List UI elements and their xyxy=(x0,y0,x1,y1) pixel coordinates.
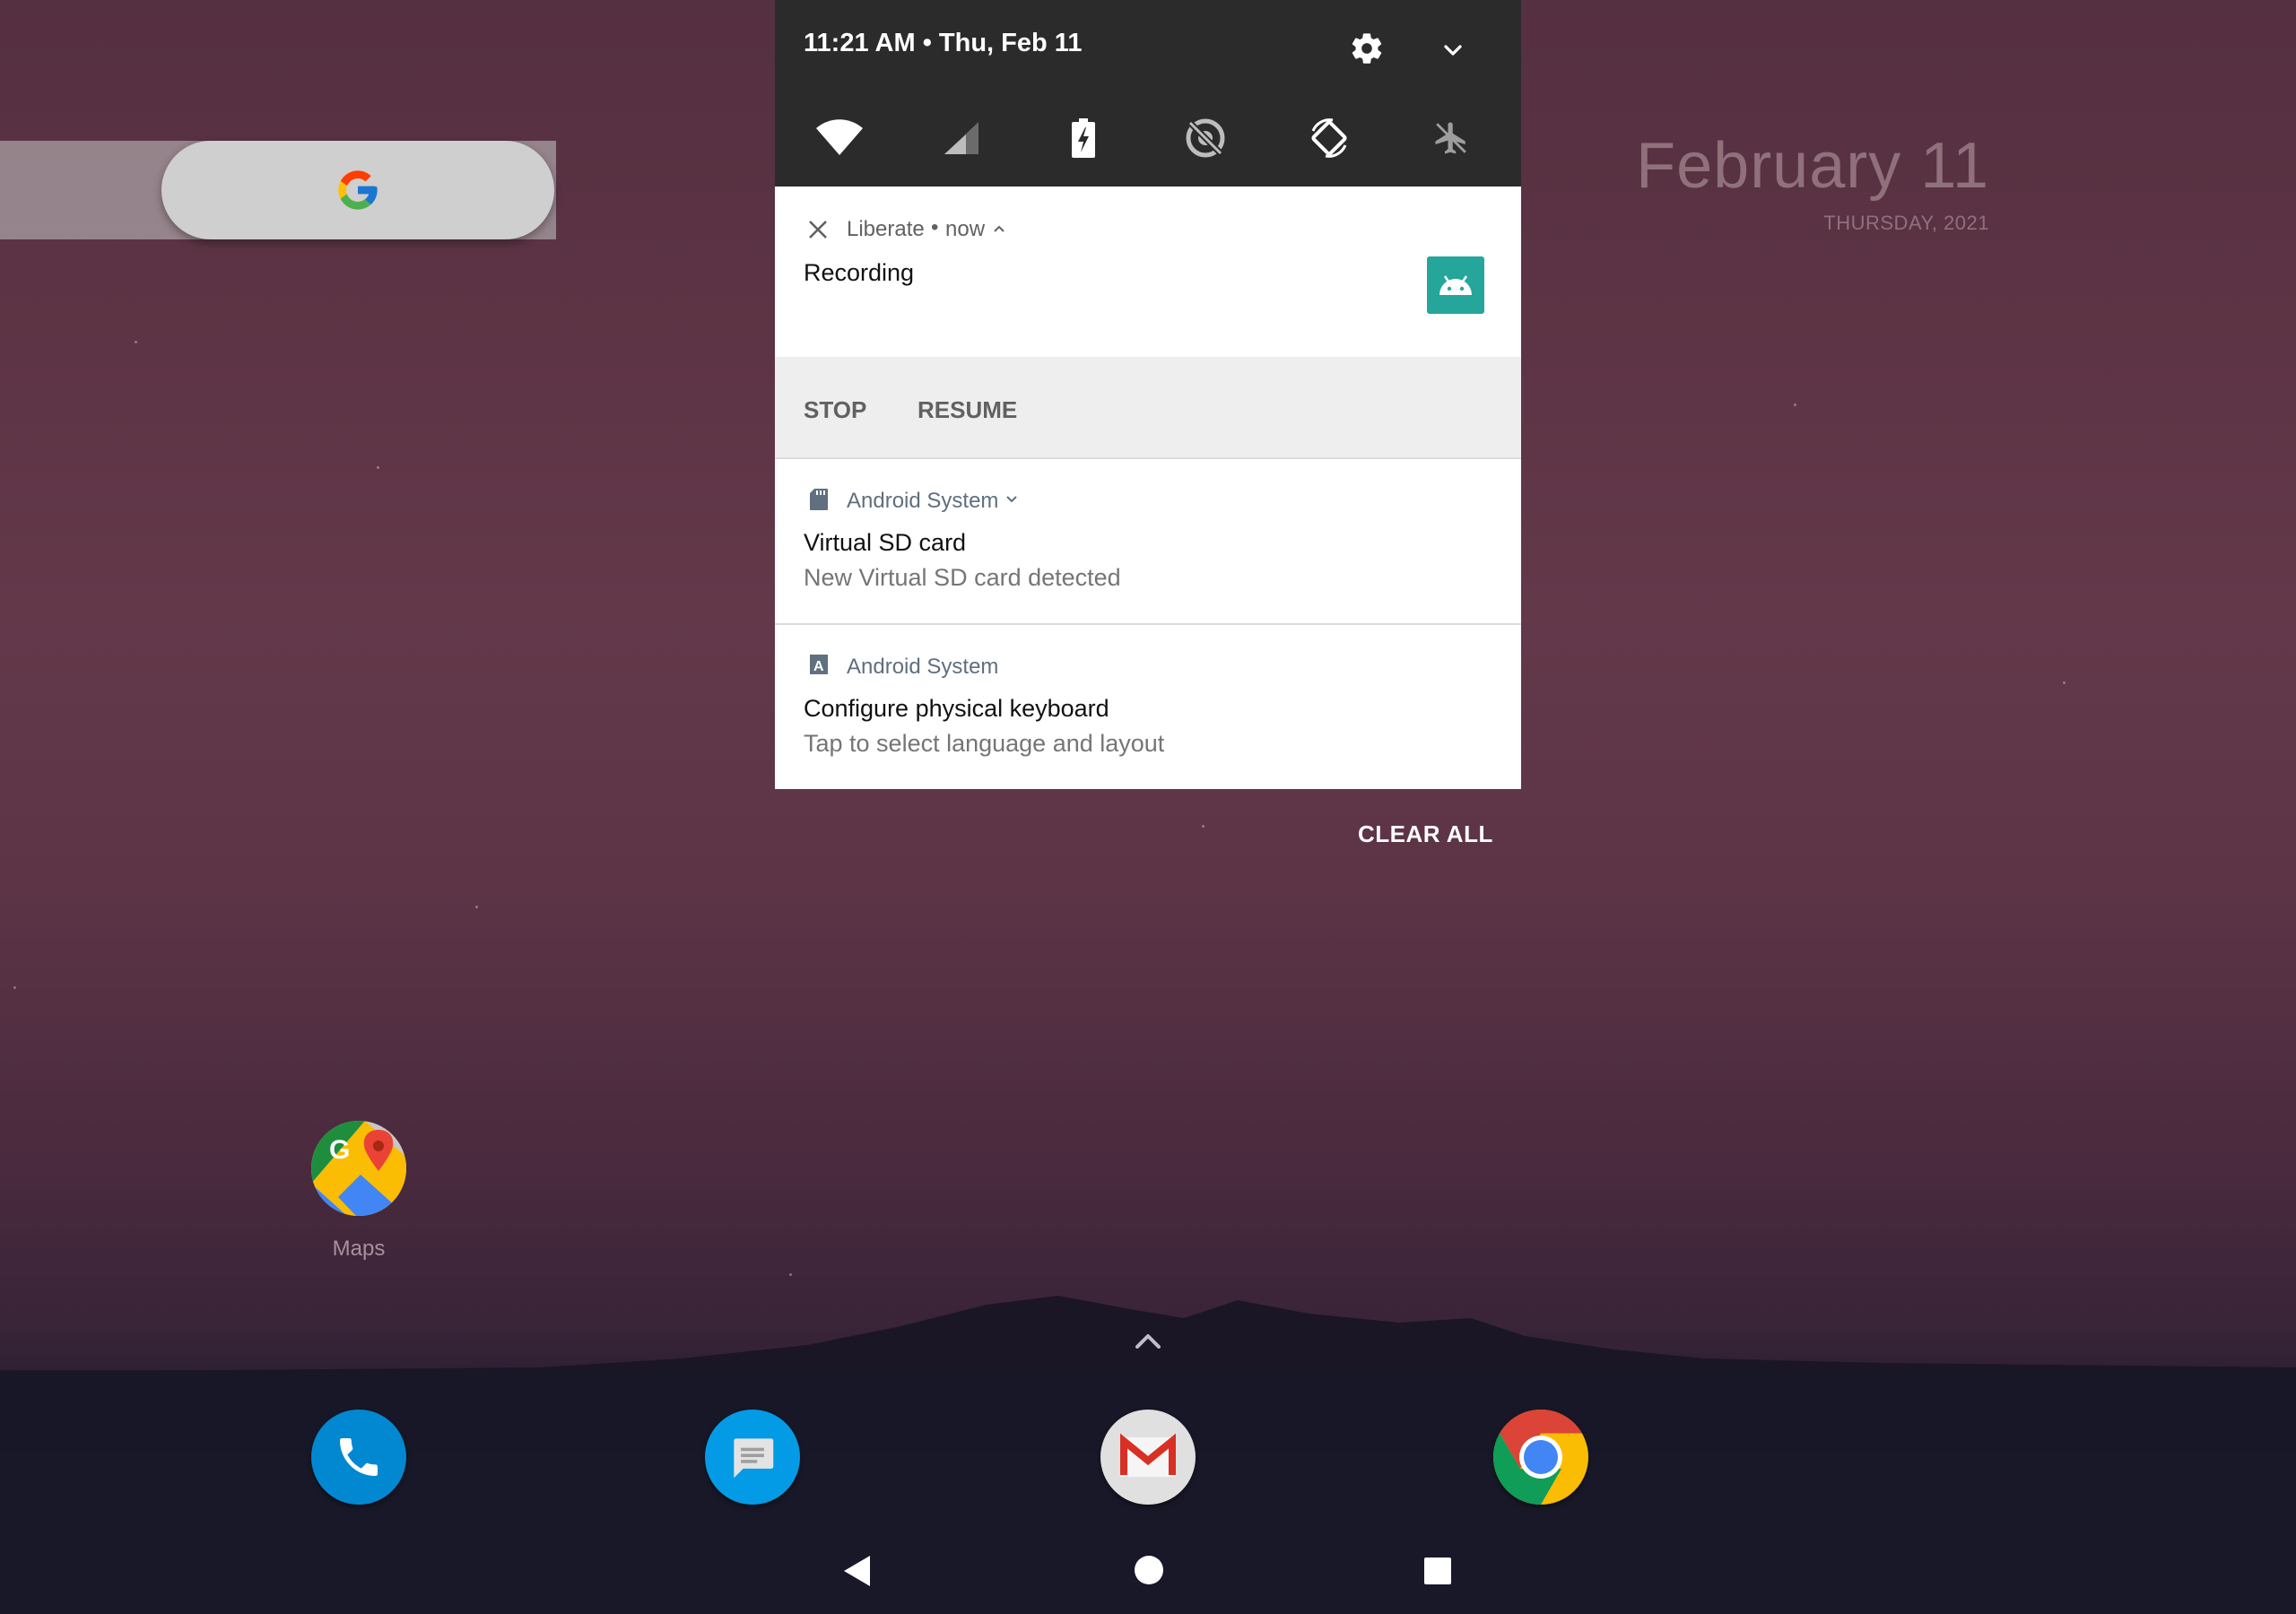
notification-app-name: Liberate xyxy=(847,217,925,241)
sd-card-icon xyxy=(810,489,828,510)
chrome-icon xyxy=(1493,1410,1588,1505)
wallpaper-star xyxy=(377,466,379,469)
google-g-icon xyxy=(338,170,378,210)
wallpaper-star xyxy=(1794,404,1796,406)
gear-icon[interactable] xyxy=(1349,30,1385,66)
chrome-app[interactable] xyxy=(1493,1410,1588,1505)
notification-virtual-sd-card[interactable]: Android System Virtual SD card New Virtu… xyxy=(775,459,1521,623)
resume-button[interactable]: RESUME xyxy=(918,396,1017,424)
wallpaper-star xyxy=(135,341,137,343)
qs-tile-wifi[interactable] xyxy=(813,111,866,165)
notification-separator: • xyxy=(931,215,939,239)
stop-button[interactable]: STOP xyxy=(804,396,866,424)
messages-icon xyxy=(734,1438,774,1479)
notification-shade: 11:21 AM • Thu, Feb 11 Liberate • now Re… xyxy=(775,0,1521,789)
date-widget-weekday-year: THURSDAY, 2021 xyxy=(1823,212,1989,234)
status-time-date: 11:21 AM • Thu, Feb 11 xyxy=(804,29,1083,57)
qs-tile-cellular[interactable] xyxy=(935,111,988,165)
chevron-down-icon[interactable] xyxy=(1439,36,1467,65)
wallpaper-star xyxy=(1202,825,1205,828)
messages-app[interactable] xyxy=(705,1410,800,1505)
home-button[interactable] xyxy=(1133,1554,1165,1586)
notification-text: New Virtual SD card detected xyxy=(804,564,1121,591)
svg-text:G: G xyxy=(329,1135,350,1165)
wifi-icon xyxy=(816,119,863,155)
qs-tile-auto-rotate[interactable] xyxy=(1302,111,1356,165)
phone-app[interactable] xyxy=(311,1410,406,1505)
notification-time: now xyxy=(945,217,986,241)
battery-charging-icon xyxy=(1072,118,1095,158)
notification-liberate[interactable]: Liberate • now Recording xyxy=(775,187,1521,357)
keyboard-language-icon: A xyxy=(810,655,828,674)
google-search-widget[interactable] xyxy=(161,141,554,239)
notification-title: Recording xyxy=(804,259,915,286)
maps-label: Maps xyxy=(332,1237,386,1261)
clear-all-button[interactable]: CLEAR ALL xyxy=(1358,820,1493,848)
wallpaper-star xyxy=(13,986,16,989)
quick-settings-header: 11:21 AM • Thu, Feb 11 xyxy=(775,0,1521,187)
date-widget-date: February 11 xyxy=(1636,130,1989,202)
chevron-up-icon[interactable] xyxy=(992,222,1006,235)
chevron-up-icon[interactable] xyxy=(1130,1327,1166,1354)
maps-app[interactable]: G Maps xyxy=(305,1121,413,1262)
notification-title: Virtual SD card xyxy=(804,529,967,556)
notification-app-name: Android System xyxy=(847,489,999,513)
qs-tile-data-saver[interactable] xyxy=(1178,111,1232,165)
notification-title: Configure physical keyboard xyxy=(804,695,1109,722)
wallpaper-star xyxy=(475,906,478,908)
back-button[interactable] xyxy=(841,1554,872,1588)
home-screen: February 11 THURSDAY, 2021 G Maps 11:21 … xyxy=(0,0,2296,1614)
auto-rotate-icon xyxy=(1311,118,1347,158)
chevron-down-icon[interactable] xyxy=(1004,493,1019,506)
svg-text:A: A xyxy=(813,659,824,674)
qs-tile-battery[interactable] xyxy=(1057,111,1110,165)
wallpaper-star xyxy=(2063,681,2066,684)
close-icon[interactable] xyxy=(807,219,829,240)
qs-tile-airplane[interactable] xyxy=(1424,111,1478,165)
notification-app-name: Android System xyxy=(847,655,999,679)
notification-configure-keyboard[interactable]: A Android System Configure physical keyb… xyxy=(775,625,1521,789)
notification-actions: STOP RESUME xyxy=(775,357,1521,459)
data-saver-icon xyxy=(1186,118,1225,158)
phone-icon xyxy=(340,1438,378,1476)
airplane-mode-icon xyxy=(1435,122,1466,154)
gmail-app[interactable] xyxy=(1100,1410,1196,1505)
recents-button[interactable] xyxy=(1423,1557,1452,1585)
notification-text: Tap to select language and layout xyxy=(804,730,1165,757)
gmail-icon xyxy=(1120,1433,1176,1477)
android-icon xyxy=(1427,256,1484,314)
date-widget[interactable]: February 11 THURSDAY, 2021 xyxy=(1636,126,1989,235)
cellular-signal-icon xyxy=(944,122,978,154)
maps-icon: G xyxy=(311,1121,406,1216)
